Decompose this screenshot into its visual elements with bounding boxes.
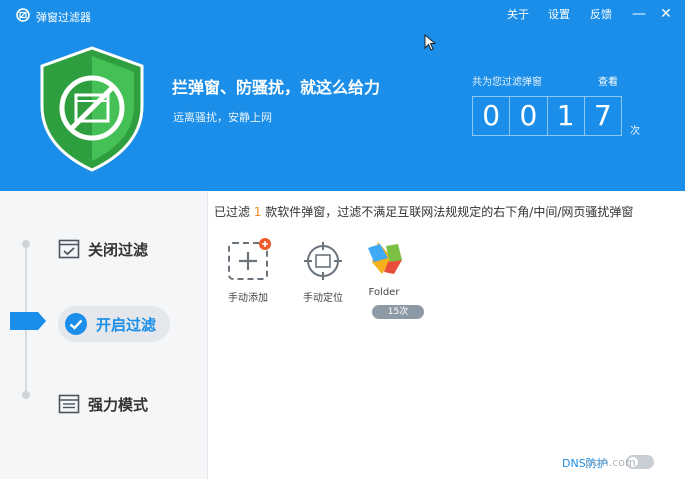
tool-label: 手动定位 bbox=[303, 293, 343, 304]
subslogan: 远离骚扰，安静上网 bbox=[173, 111, 272, 124]
menu-settings[interactable]: 设置 bbox=[548, 6, 570, 22]
sidebar-item-label: 关闭过滤 bbox=[88, 240, 149, 259]
close-button[interactable]: ✕ bbox=[656, 4, 676, 24]
crosshair-icon bbox=[304, 242, 342, 280]
mouse-cursor-icon bbox=[424, 34, 437, 51]
counter-label: 共为您过滤弹窗 bbox=[472, 77, 542, 88]
add-dashed-icon bbox=[228, 238, 271, 280]
sidebar-item-label: 强力模式 bbox=[88, 395, 149, 414]
title-bar[interactable]: 弹窗过滤器 关于 设置 反馈 — ✕ bbox=[0, 0, 685, 30]
counter-unit: 次 bbox=[630, 126, 640, 137]
menu-feedback[interactable]: 反馈 bbox=[590, 6, 612, 22]
sidebar-item-enable-filter[interactable]: 开启过滤 bbox=[58, 306, 171, 342]
sidebar-item-disable-filter[interactable]: 关闭过滤 bbox=[58, 231, 148, 267]
track-dot bbox=[22, 240, 30, 248]
manual-locate-button[interactable]: 手动定位 bbox=[297, 238, 349, 304]
menu-about[interactable]: 关于 bbox=[507, 6, 529, 22]
counter-digit: 7 bbox=[593, 99, 612, 132]
counter-digit: 0 bbox=[510, 97, 548, 135]
manual-add-button[interactable]: 手动添加 bbox=[222, 238, 274, 304]
view-link[interactable]: 查看 bbox=[598, 73, 618, 88]
window-check-icon bbox=[58, 239, 80, 259]
desc-prefix: 已过滤 bbox=[214, 205, 254, 219]
folder-app-item[interactable]: Folder bbox=[358, 236, 410, 298]
minimize-button[interactable]: — bbox=[629, 4, 649, 24]
watermark-text: pcm.com bbox=[585, 456, 636, 469]
app-title: 弹窗过滤器 bbox=[36, 11, 91, 24]
counter-digit: 0 bbox=[473, 97, 511, 135]
checkmark-circle-icon bbox=[65, 313, 87, 335]
counter-digit: 1 bbox=[548, 97, 585, 135]
mode-pointer-icon bbox=[10, 312, 46, 330]
sidebar-item-power-mode[interactable]: 强力模式 bbox=[58, 386, 148, 422]
filter-counter: 0 0 1 7 bbox=[472, 96, 622, 136]
header-banner: 弹窗过滤器 关于 设置 反馈 — ✕ 拦弹窗、防骚扰，就这么给力 远离骚扰，安静… bbox=[0, 0, 685, 191]
tool-label: 手动添加 bbox=[228, 293, 268, 304]
slogan: 拦弹窗、防骚扰，就这么给力 bbox=[172, 78, 381, 97]
shield-icon bbox=[40, 46, 144, 172]
logo-icon bbox=[16, 8, 30, 22]
desc-suffix: 款软件弹窗，过滤不满足互联网法规规定的右下角/中间/网页骚扰弹窗 bbox=[261, 205, 634, 219]
window-panel-icon bbox=[58, 394, 80, 414]
filter-description: 已过滤 1 款软件弹窗，过滤不满足互联网法规规定的右下角/中间/网页骚扰弹窗 bbox=[214, 203, 633, 220]
tool-label: Folder bbox=[368, 287, 400, 298]
block-count-badge: 15次 bbox=[372, 305, 424, 319]
track-dot bbox=[22, 391, 30, 399]
sidebar-item-label: 开启过滤 bbox=[96, 315, 157, 334]
folder-app-icon bbox=[368, 242, 402, 274]
